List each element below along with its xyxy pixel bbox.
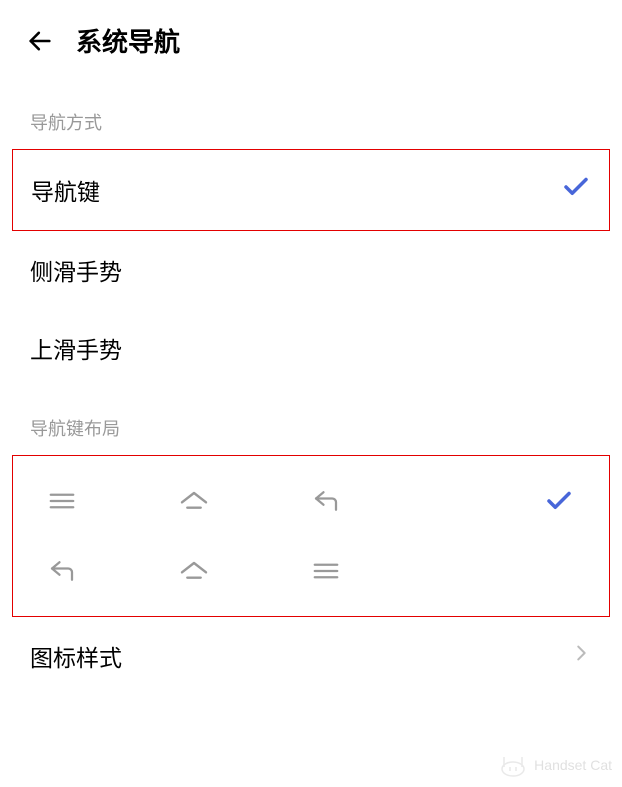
back-icon[interactable] [24,25,56,57]
check-icon [541,486,577,516]
highlighted-option: 导航键 [12,149,610,231]
highlighted-layout-section [12,455,610,617]
option-label: 侧滑手势 [30,253,122,287]
watermark: Handset Cat [488,743,622,787]
option-nav-keys[interactable]: 导航键 [13,150,609,230]
layout-option-1[interactable] [35,466,587,536]
option-icon-style[interactable]: 图标样式 [0,617,622,695]
header: 系统导航 [0,0,622,81]
layout-icons-row [45,484,343,518]
menu-icon [309,554,343,588]
back-nav-icon [45,554,79,588]
check-icon [561,172,591,208]
layout-option-2[interactable] [35,536,587,606]
option-label: 导航键 [31,173,100,207]
menu-icon [45,484,79,518]
home-icon [177,554,211,588]
watermark-text: Handset Cat [534,757,612,773]
option-label: 上滑手势 [30,331,122,365]
home-icon [177,484,211,518]
section-label-nav-layout: 导航键布局 [0,387,622,455]
page-title: 系统导航 [76,22,180,59]
option-side-swipe[interactable]: 侧滑手势 [0,231,622,309]
section-label-nav-method: 导航方式 [0,81,622,149]
back-nav-icon [309,484,343,518]
option-label: 图标样式 [30,639,122,673]
layout-icons-row [45,554,343,588]
chevron-right-icon [570,642,592,670]
option-up-swipe[interactable]: 上滑手势 [0,309,622,387]
